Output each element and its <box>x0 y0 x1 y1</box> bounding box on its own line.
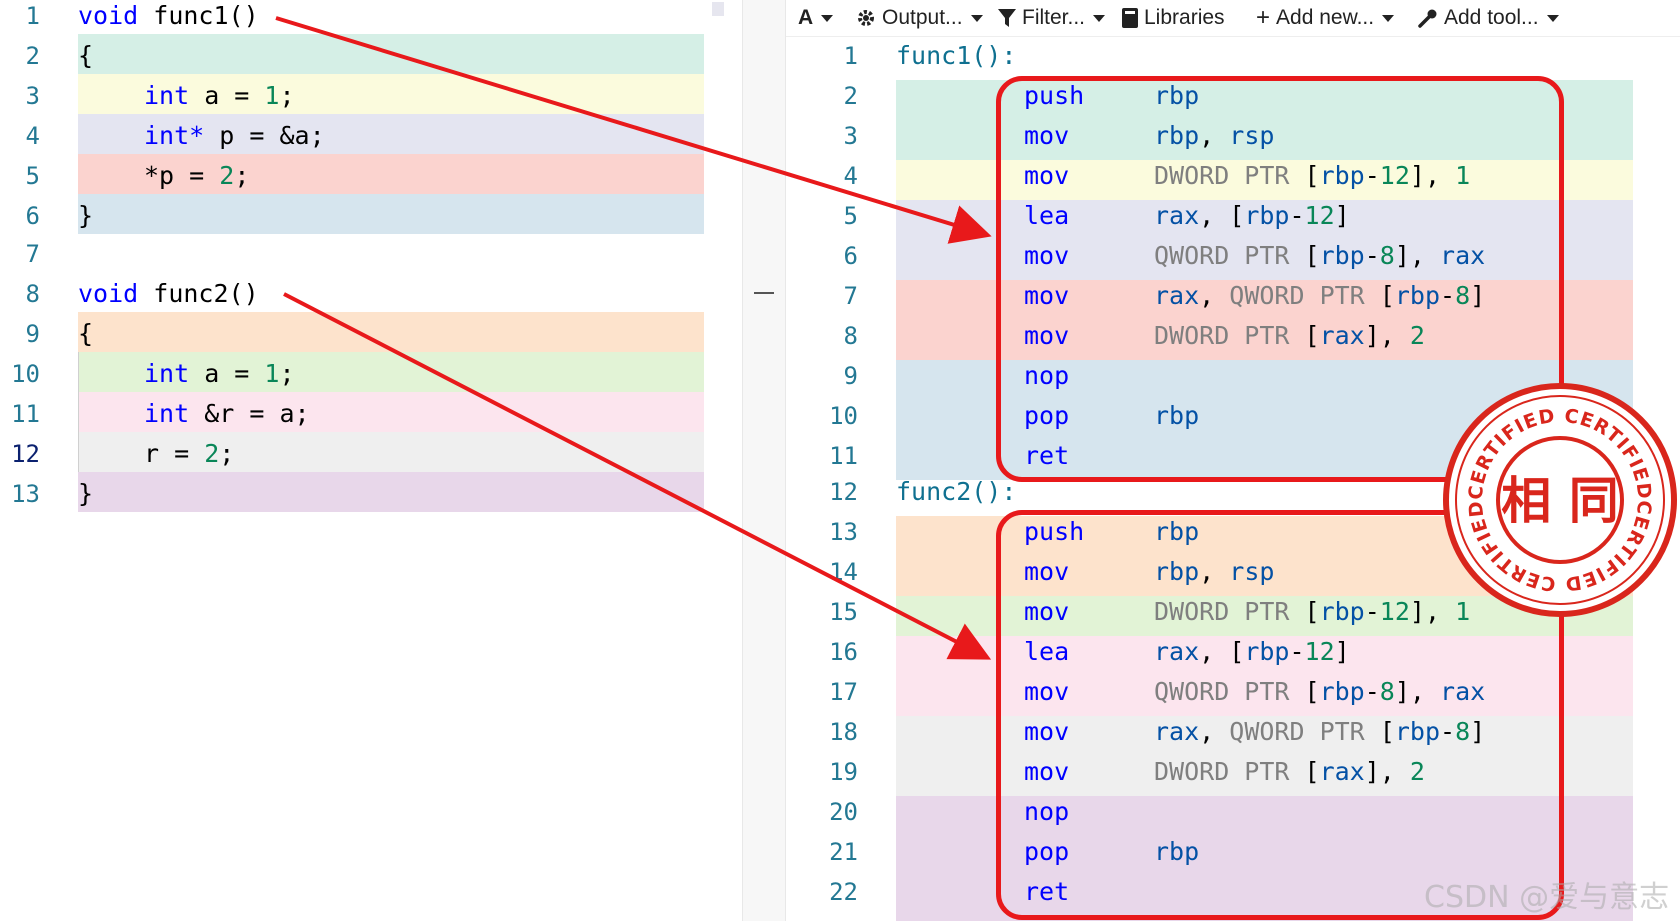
asm-line-number: 3 <box>843 122 858 150</box>
asm-line-number: 7 <box>843 282 858 310</box>
asm-line-number: 17 <box>829 678 858 706</box>
plus-icon: + <box>1256 4 1271 31</box>
add-tool-dropdown[interactable]: Add tool... <box>1418 4 1559 32</box>
font-size-dropdown[interactable]: A <box>798 4 834 32</box>
add-tool-label: Add tool... <box>1444 6 1539 29</box>
asm-function-label: func2(): <box>896 477 1017 506</box>
minimap-indicator[interactable] <box>712 2 724 16</box>
code-line-2: { <box>78 41 94 70</box>
add-new-label: Add new... <box>1276 6 1375 29</box>
add-new-dropdown[interactable]: + Add new... <box>1256 4 1395 32</box>
output-label: Output... <box>882 6 963 29</box>
asm-line-number: 21 <box>829 838 858 866</box>
line-number: 9 <box>25 320 40 348</box>
source-editor-pane[interactable]: 1 2 3 4 5 6 7 8 9 10 11 12 13 void func1… <box>0 0 742 921</box>
filter-label: Filter... <box>1022 6 1086 29</box>
line-number: 5 <box>25 162 40 190</box>
line-number: 3 <box>25 82 40 110</box>
certified-stamp-icon: CERTIFIED CERTIFIED CERTIFIED CERTIFIED … <box>1443 383 1677 617</box>
code-line-4: int* p = &a; <box>144 121 325 150</box>
code-line-5: *p = 2; <box>144 161 250 190</box>
code-line-8: void func2() <box>78 279 259 308</box>
output-dropdown[interactable]: Output... <box>856 4 983 32</box>
asm-line-number: 16 <box>829 638 858 666</box>
asm-line-number: 4 <box>843 162 858 190</box>
asm-line-number: 2 <box>843 82 858 110</box>
asm-line-number: 12 <box>829 478 858 506</box>
filter-icon <box>998 9 1016 27</box>
line-number: 1 <box>25 2 40 30</box>
asm-line-number: 1 <box>843 42 858 70</box>
asm-line-number: 18 <box>829 718 858 746</box>
line-number: 2 <box>25 42 40 70</box>
asm-line-number: 5 <box>843 202 858 230</box>
book-icon <box>1122 8 1138 28</box>
asm-line-number: 14 <box>829 558 858 586</box>
asm-line-number: 20 <box>829 798 858 826</box>
line-band-13 <box>78 472 704 512</box>
code-line-3: int a = 1; <box>144 81 295 110</box>
libraries-button[interactable]: Libraries <box>1122 4 1225 32</box>
line-number: 6 <box>25 202 40 230</box>
splitter-grip-icon[interactable] <box>754 292 774 294</box>
line-number: 4 <box>25 122 40 150</box>
line-band-2 <box>78 34 704 74</box>
asm-function-label: func1(): <box>896 41 1017 70</box>
code-line-6: } <box>78 201 94 230</box>
gear-icon <box>858 10 874 26</box>
code-line-13: } <box>78 479 94 508</box>
asm-line-number: 8 <box>843 322 858 350</box>
asm-line-number: 11 <box>829 442 858 470</box>
line-number: 8 <box>25 280 40 308</box>
line-number: 12 <box>11 440 40 468</box>
asm-line-number: 19 <box>829 758 858 786</box>
chevron-down-icon <box>821 14 834 22</box>
line-band-6 <box>78 194 704 234</box>
font-icon: A <box>798 6 814 29</box>
line-number: 13 <box>11 480 40 508</box>
asm-line-number: 13 <box>829 518 858 546</box>
line-number: 7 <box>25 240 40 268</box>
wrench-icon <box>1418 9 1437 28</box>
chevron-down-icon <box>1546 14 1559 22</box>
asm-line-number: 6 <box>843 242 858 270</box>
code-line-9: { <box>78 319 94 348</box>
chevron-down-icon <box>1093 14 1106 22</box>
chevron-down-icon <box>1382 14 1395 22</box>
stamp-main-text: 相 同 <box>1501 472 1618 530</box>
filter-dropdown[interactable]: Filter... <box>998 4 1106 32</box>
line-band-9 <box>78 312 704 352</box>
asm-line-number: 15 <box>829 598 858 626</box>
indent-guide <box>78 352 79 472</box>
compiler-toolbar: A Output... Filter... Libraries + Add ne… <box>786 0 1680 37</box>
code-line-11: int &r = a; <box>144 399 310 428</box>
asm-line-number: 10 <box>829 402 858 430</box>
asm-line-number: 22 <box>829 878 858 906</box>
line-number: 11 <box>11 400 40 428</box>
code-line-12: r = 2; <box>144 439 235 468</box>
libraries-label: Libraries <box>1144 6 1225 29</box>
watermark: CSDN @爱与意志 <box>1424 880 1670 915</box>
code-line-10: int a = 1; <box>144 359 295 388</box>
line-number: 10 <box>11 360 40 388</box>
asm-line-number: 9 <box>843 362 858 390</box>
chevron-down-icon <box>970 14 983 22</box>
pane-splitter[interactable] <box>742 0 786 921</box>
code-line-1: void func1() <box>78 1 259 30</box>
